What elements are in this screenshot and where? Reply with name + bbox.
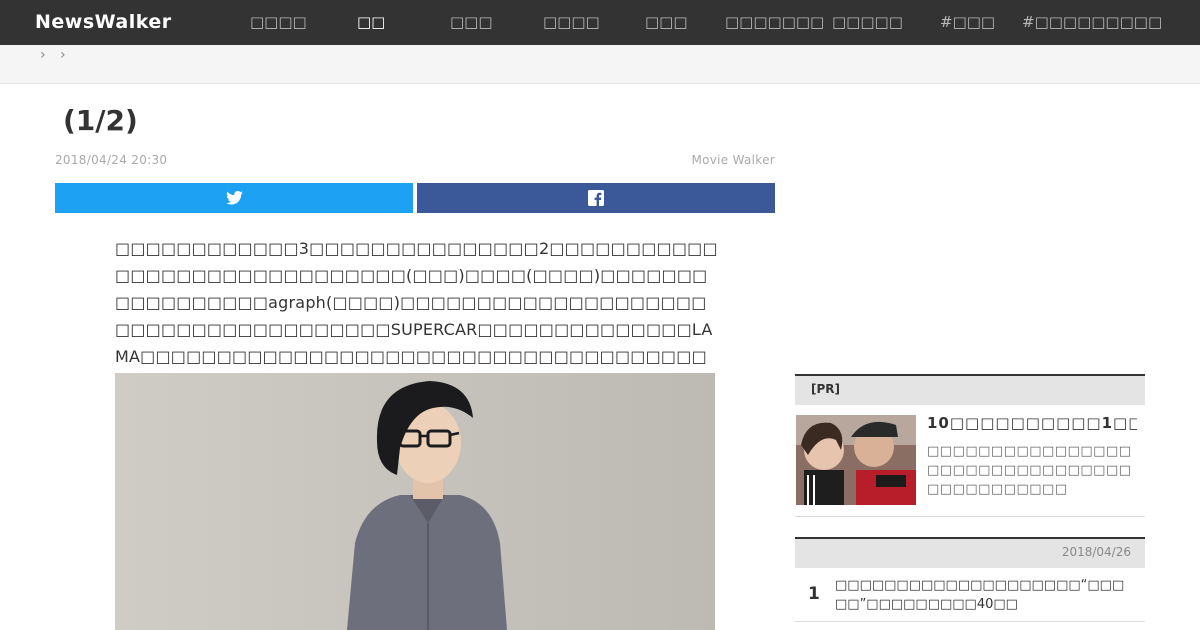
- pr-label: [PR]: [811, 382, 841, 396]
- divider: [795, 516, 1145, 517]
- ranking-number: 1: [808, 584, 820, 604]
- nav-item-1[interactable]: □□□□: [250, 13, 307, 31]
- breadcrumb-separator-1[interactable]: ›: [40, 47, 46, 63]
- ranking-header: 2018/04/26: [795, 537, 1145, 568]
- top-navigation-bar: NewsWalker □□□□ □□ □□□ □□□□ □□□ □□□□□□□ …: [0, 0, 1200, 45]
- article-title: (1/2): [63, 104, 138, 137]
- breadcrumb-separator-2[interactable]: ›: [60, 47, 66, 63]
- pr-section-header: [PR]: [795, 374, 1145, 405]
- pr-article-title[interactable]: 10□□□□□□□□□□1□□□□□□: [927, 414, 1137, 432]
- ranking-item-title[interactable]: □□□□□□□□□□□□□□□□□□□□“□□□□□”□□□□□□□□□40□□: [835, 576, 1135, 614]
- nav-item-3[interactable]: □□□: [450, 13, 493, 31]
- nav-item-4[interactable]: □□□□: [543, 13, 600, 31]
- article-date: 2018/04/24 20:30: [55, 153, 168, 167]
- site-logo[interactable]: NewsWalker: [35, 11, 172, 33]
- breadcrumb: › ›: [0, 45, 1200, 84]
- pr-thumbnail-image[interactable]: [796, 415, 916, 505]
- article-photo: [115, 373, 715, 630]
- nav-item-7[interactable]: □□□□□: [832, 13, 903, 31]
- twitter-share-button[interactable]: [55, 183, 413, 213]
- nav-item-hashtag-1[interactable]: #□□□: [940, 13, 995, 31]
- divider: [795, 621, 1145, 622]
- facebook-icon: [588, 190, 604, 206]
- nav-item-6[interactable]: □□□□□□□: [725, 13, 824, 31]
- twitter-icon: [225, 191, 243, 205]
- nav-item-hashtag-2[interactable]: #□□□□□□□□□: [1022, 13, 1162, 31]
- pr-article-description: □□□□□□□□□□□□□□□□□□□□□□□□□□□□□□□□□□□□□□□□…: [927, 444, 1132, 497]
- nav-item-5[interactable]: □□□: [645, 13, 688, 31]
- article-source[interactable]: Movie Walker: [691, 153, 775, 167]
- ranking-date: 2018/04/26: [1061, 545, 1131, 559]
- facebook-share-button[interactable]: [417, 183, 775, 213]
- nav-item-2-active[interactable]: □□: [357, 13, 385, 31]
